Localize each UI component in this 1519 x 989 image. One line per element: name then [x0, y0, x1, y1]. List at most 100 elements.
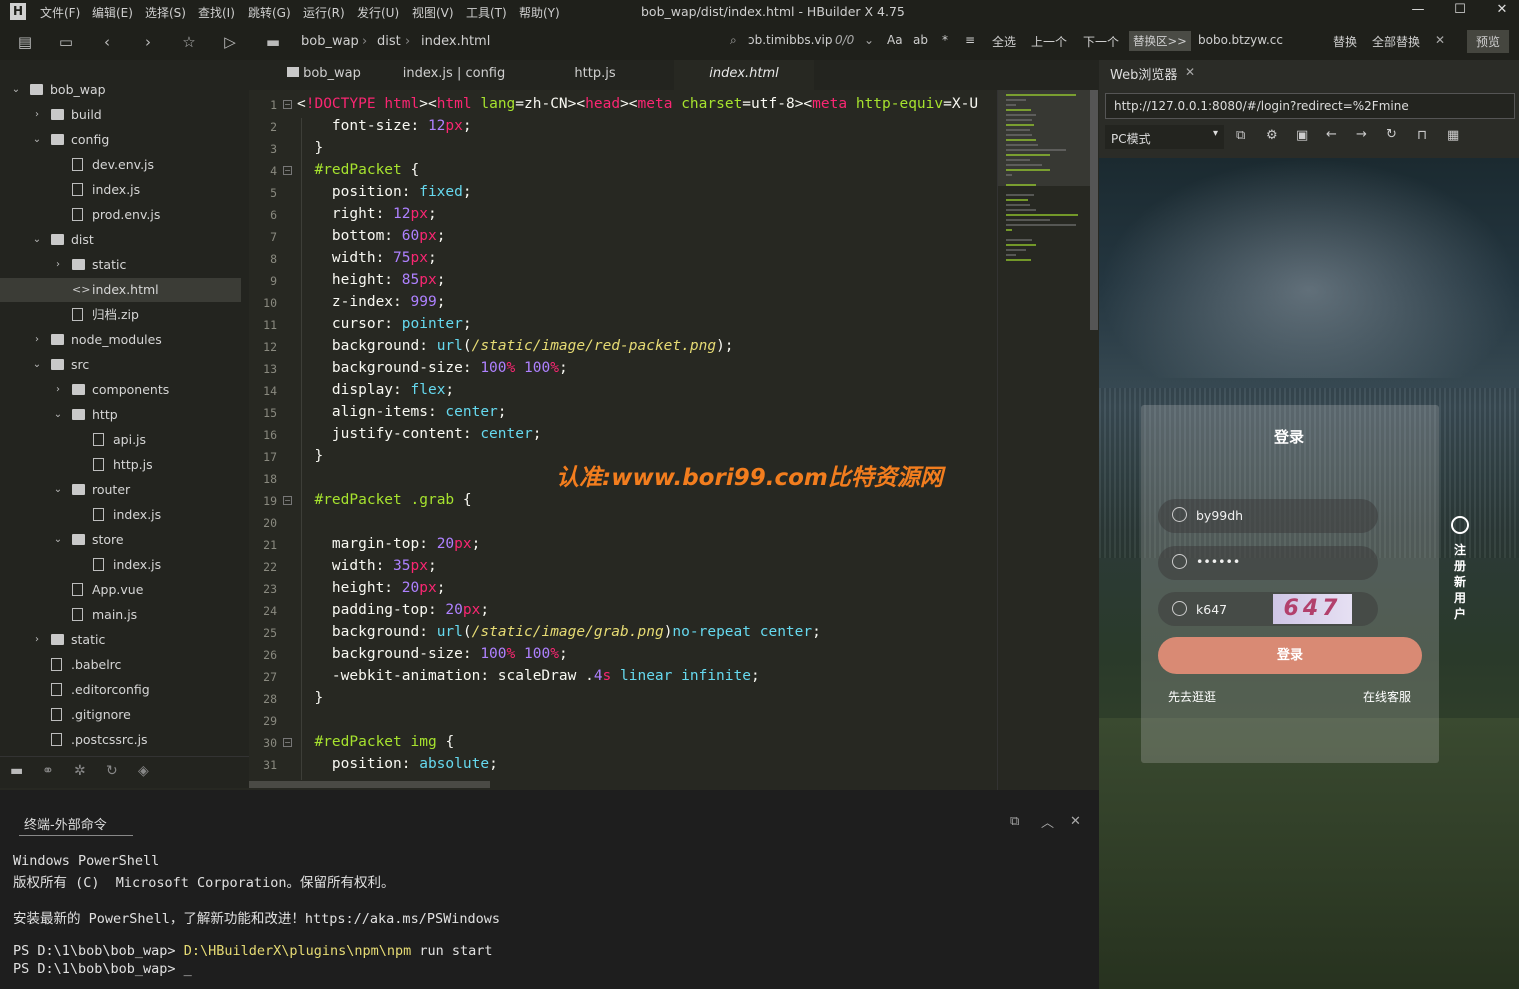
tree-item[interactable]: 归档.zip — [0, 303, 241, 327]
debug-icon[interactable]: ✲ — [74, 763, 86, 779]
close-icon[interactable]: ✕ — [1185, 65, 1195, 79]
code-line[interactable]: margin-top: 20px; — [297, 536, 480, 552]
tree-item[interactable]: › static — [0, 628, 241, 652]
settings-icon[interactable]: ⚙ — [1266, 128, 1278, 143]
menu-publish[interactable]: 发行(U) — [357, 4, 399, 21]
chevron-right-icon[interactable]: › — [52, 253, 64, 277]
find-prev-button[interactable]: 上一个 — [1031, 33, 1067, 50]
menu-edit[interactable]: 编辑(E) — [92, 4, 133, 21]
code-line[interactable]: padding-top: 20px; — [297, 602, 489, 618]
code-editor[interactable]: 1− <!DOCTYPE html><html lang=zh-CN><head>… — [249, 90, 997, 780]
close-panel-icon[interactable]: ✕ — [1070, 814, 1081, 829]
back-icon[interactable]: ‹ — [97, 32, 117, 52]
code-line[interactable]: font-size: 12px; — [297, 118, 472, 134]
chevron-down-icon[interactable]: ⌄ — [31, 353, 43, 377]
chevron-down-icon[interactable]: ⌄ — [52, 403, 64, 427]
chevron-down-icon[interactable]: ⌄ — [52, 528, 64, 552]
arrow-right-icon[interactable]: → — [1356, 127, 1367, 142]
tree-item[interactable]: ⌄ bob_wap — [0, 78, 241, 102]
code-line[interactable]: bottom: 60px; — [297, 228, 446, 244]
maximize-button[interactable]: ☐ — [1445, 2, 1475, 22]
find-input[interactable]: ɔb.timibbs.vip — [748, 33, 832, 47]
tab-bob-wap[interactable]: bob_wap — [279, 60, 369, 90]
tree-item[interactable]: prod.env.js — [0, 203, 241, 227]
refresh-icon[interactable]: ↻ — [1386, 127, 1397, 142]
menu-select[interactable]: 选择(S) — [145, 4, 186, 21]
tree-item[interactable]: ⌄ store — [0, 528, 241, 552]
menu-find[interactable]: 查找(I) — [198, 4, 235, 21]
chevron-down-icon[interactable]: ⌄ — [10, 78, 22, 102]
preview-button[interactable]: 预览 — [1467, 30, 1510, 53]
tab-index-html[interactable]: index.html — [674, 60, 814, 90]
menu-goto[interactable]: 跳转(G) — [248, 4, 291, 21]
code-line[interactable]: #redPacket .grab { — [297, 492, 471, 508]
tree-item[interactable]: › node_modules — [0, 328, 241, 352]
find-next-button[interactable]: 下一个 — [1083, 33, 1119, 50]
tree-item[interactable]: › components — [0, 378, 241, 402]
code-line[interactable]: background: url(/static/image/grab.png)n… — [297, 624, 821, 640]
arrow-left-icon[interactable]: ← — [1326, 127, 1337, 142]
project-manager-icon[interactable]: ▬ — [10, 763, 23, 779]
tree-item[interactable]: <> index.html — [0, 278, 241, 302]
chevron-right-icon[interactable]: › — [31, 328, 43, 352]
password-field[interactable]: •••••• — [1158, 546, 1378, 580]
tree-item[interactable]: .postcssrc.js — [0, 728, 241, 752]
chevron-right-icon[interactable]: › — [31, 628, 43, 652]
fold-toggle-icon[interactable]: − — [283, 738, 292, 747]
login-button[interactable]: 登录 — [1158, 637, 1422, 674]
code-line[interactable]: right: 12px; — [297, 206, 437, 222]
git-icon[interactable]: ↻ — [106, 763, 118, 779]
code-line[interactable]: justify-content: center; — [297, 426, 542, 442]
tree-item[interactable]: api.js — [0, 428, 241, 452]
close-button[interactable]: ✕ — [1487, 2, 1517, 22]
code-line[interactable]: position: fixed; — [297, 184, 472, 200]
browse-link[interactable]: 先去逛逛 — [1168, 688, 1216, 705]
code-line[interactable]: width: 35px; — [297, 558, 437, 574]
tree-item[interactable]: ⌄ router — [0, 478, 241, 502]
replace-input[interactable]: bobo.btzyw.cc — [1198, 33, 1283, 47]
star-icon[interactable]: ☆ — [179, 32, 199, 52]
tree-item[interactable]: ⌄ http — [0, 403, 241, 427]
code-line[interactable]: display: flex; — [297, 382, 454, 398]
breadcrumb-file[interactable]: index.html — [421, 34, 490, 49]
tree-item[interactable]: dev.env.js — [0, 153, 241, 177]
code-line[interactable]: position: absolute; — [297, 756, 498, 772]
tree-item[interactable]: › static — [0, 253, 241, 277]
tree-item[interactable]: index.js — [0, 178, 241, 202]
captcha-image[interactable]: 647 — [1273, 594, 1352, 624]
code-line[interactable]: align-items: center; — [297, 404, 507, 420]
menu-tools[interactable]: 工具(T) — [466, 4, 507, 21]
tree-item[interactable]: ⌄ config — [0, 128, 241, 152]
tab-http[interactable]: http.js — [539, 60, 651, 90]
menu-run[interactable]: 运行(R) — [303, 4, 345, 21]
horizontal-scrollbar[interactable] — [249, 780, 997, 790]
code-line[interactable]: background-size: 100% 100%; — [297, 360, 568, 376]
code-line[interactable]: cursor: pointer; — [297, 316, 472, 332]
tree-item[interactable]: .babelrc — [0, 653, 241, 677]
username-field[interactable]: by99dh — [1158, 499, 1378, 533]
in-selection-option[interactable]: ≡ — [965, 33, 975, 47]
code-line[interactable]: width: 75px; — [297, 250, 437, 266]
minimize-button[interactable]: — — [1403, 2, 1433, 22]
open-external-icon[interactable]: ⧉ — [1010, 814, 1019, 829]
open-window-icon[interactable]: ⧉ — [1236, 128, 1245, 143]
breadcrumb-project[interactable]: bob_wap — [301, 34, 359, 49]
tree-item[interactable]: App.vue — [0, 578, 241, 602]
tree-item[interactable]: ⌄ src — [0, 353, 241, 377]
terminal-tab[interactable]: 终端-外部命令 — [24, 814, 107, 833]
chevron-right-icon[interactable]: › — [52, 378, 64, 402]
code-line[interactable]: height: 85px; — [297, 272, 446, 288]
match-case-option[interactable]: Aa — [887, 33, 903, 47]
plugins-icon[interactable]: ⚭ — [42, 763, 54, 779]
minimap[interactable] — [997, 90, 1099, 790]
lock-icon[interactable]: ⊓ — [1417, 128, 1427, 143]
browser-tab[interactable]: Web浏览器 — [1110, 64, 1177, 83]
replace-button[interactable]: 替换 — [1333, 33, 1357, 50]
tab-index-config[interactable]: index.js | config — [389, 60, 519, 90]
tree-item[interactable]: index.js — [0, 503, 241, 527]
replace-all-button[interactable]: 全部替换 — [1372, 33, 1420, 50]
register-link[interactable]: 注册新用户 — [1450, 516, 1470, 622]
breadcrumb-folder[interactable]: dist — [377, 34, 401, 49]
code-line[interactable]: z-index: 999; — [297, 294, 446, 310]
tree-item[interactable]: index.js — [0, 553, 241, 577]
